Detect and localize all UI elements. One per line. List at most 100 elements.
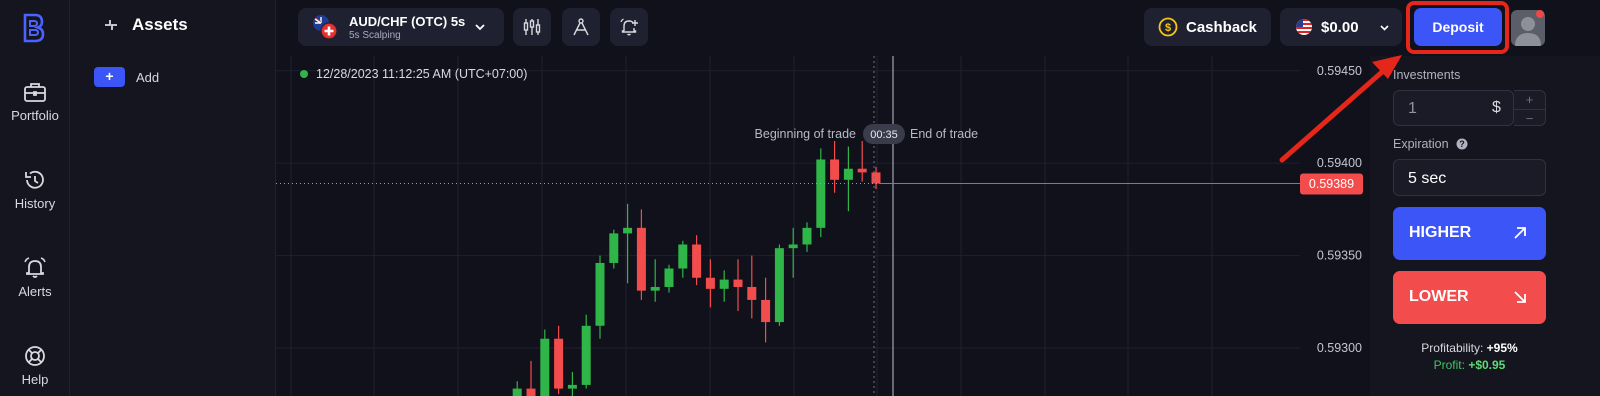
candle-body (623, 227, 633, 234)
currency-symbol: $ (1492, 99, 1501, 116)
profit-value: +$0.95 (1468, 358, 1506, 372)
timestamp-value: 12/28/2023 11:12:25 AM (316, 67, 452, 81)
bell-icon (24, 257, 46, 278)
profitability-value: +95% (1486, 341, 1518, 355)
live-indicator-dot (300, 70, 308, 78)
candle-body (774, 248, 784, 323)
candle-body (843, 168, 853, 180)
increase-investment-button[interactable]: + (1514, 91, 1545, 109)
candle-body (788, 244, 798, 249)
briefcase-icon (24, 83, 46, 102)
chevron-down-icon (1380, 25, 1389, 31)
assets-panel: Assets + Add (70, 0, 276, 396)
candle-body (705, 277, 715, 289)
candle-body (567, 384, 577, 389)
add-asset-button[interactable]: + (94, 67, 125, 87)
timer-text: 00:35 (870, 129, 898, 141)
balance-amount: $0.00 (1321, 19, 1359, 36)
candle-body (747, 286, 757, 300)
y-tick-label: 0.59300 (1317, 341, 1362, 355)
lower-label: LOWER (1409, 288, 1469, 305)
candle-body (733, 279, 743, 287)
history-icon (25, 170, 44, 189)
collapse-icon[interactable] (102, 16, 120, 34)
nav-alerts[interactable]: Alerts (0, 256, 70, 299)
y-tick-label: 0.59400 (1317, 156, 1362, 170)
nav-help-label: Help (21, 372, 49, 387)
investments-label: Investments (1393, 68, 1461, 82)
lower-button[interactable]: LOWER (1393, 271, 1546, 324)
indicators-icon (523, 19, 541, 35)
profit-label: Profit: (1433, 358, 1465, 372)
higher-button[interactable]: HIGHER (1393, 207, 1546, 260)
trade-timer: 00:35 (863, 124, 905, 144)
candle-body (802, 227, 812, 245)
asset-selector-button[interactable]: AUD/CHF (OTC) 5s 5s Scalping (298, 8, 504, 46)
candle-body (581, 325, 591, 385)
candle-body (871, 172, 881, 184)
candle-body (664, 268, 674, 287)
add-alert-button[interactable] (610, 8, 648, 46)
nav-help[interactable]: Help (0, 344, 70, 387)
candle-body (609, 233, 619, 263)
app-logo-icon[interactable] (22, 12, 46, 44)
svg-text:$: $ (1165, 22, 1171, 34)
left-navigation: Portfolio History Alerts Help (0, 0, 70, 396)
candlestick-chart[interactable]: 0.59450 0.59400 0.59350 0.59300 00:35 Begin… (276, 56, 1370, 396)
chevron-down-icon (475, 24, 485, 31)
drawing-tools-button[interactable] (562, 8, 600, 46)
candle-body (650, 286, 660, 291)
candle-body (719, 279, 729, 289)
current-price-value: 0.59389 (1309, 177, 1354, 191)
candle-body (636, 227, 646, 291)
indicators-button[interactable] (513, 8, 551, 46)
timezone-value: (UTC+07:00) (454, 67, 528, 81)
add-asset-label[interactable]: Add (136, 70, 159, 85)
assets-title: Assets (132, 15, 188, 34)
drawing-compass-icon (573, 18, 589, 36)
cashback-button[interactable]: $ Cashback (1144, 8, 1271, 46)
price-chart[interactable]: 0.59450 0.59400 0.59350 0.59300 00:35 Begin… (276, 56, 1370, 396)
cashback-coin-icon: $ (1158, 17, 1178, 37)
investment-input[interactable]: 1 $ (1393, 90, 1514, 126)
decrease-investment-button[interactable]: − (1514, 109, 1545, 127)
aud-chf-flags-icon (313, 15, 338, 40)
profit-text: Profit: +$0.95 (1393, 358, 1546, 372)
candle-body (692, 244, 702, 278)
cashback-label: Cashback (1186, 19, 1257, 36)
arrow-up-right-icon (1514, 227, 1526, 239)
lifebuoy-icon (25, 346, 45, 366)
help-question-icon[interactable]: ? (1456, 138, 1468, 150)
candle-body (554, 338, 564, 389)
candle-body (595, 262, 605, 326)
end-of-trade-label: End of trade (910, 127, 978, 141)
asset-mode: 5s Scalping (349, 30, 401, 41)
expiration-value: 5 sec (1408, 170, 1447, 187)
svg-text:?: ? (1459, 139, 1465, 149)
nav-history[interactable]: History (0, 168, 70, 211)
nav-alerts-label: Alerts (18, 284, 52, 299)
nav-portfolio[interactable]: Portfolio (0, 80, 70, 123)
candle-body (830, 159, 840, 180)
expiration-label: Expiration (1393, 137, 1449, 151)
nav-history-label: History (14, 196, 56, 211)
notification-dot (1536, 10, 1544, 18)
profitability-label: Profitability: (1421, 341, 1484, 355)
y-tick-label: 0.59450 (1317, 64, 1362, 78)
chart-timestamp: 12/28/2023 11:12:25 AM (UTC+07:00) (316, 67, 527, 81)
candle-body (526, 388, 536, 396)
candle-body (512, 388, 522, 396)
y-tick-label: 0.59350 (1317, 249, 1362, 263)
profitability-text: Profitability: +95% (1393, 341, 1546, 355)
account-balance-selector[interactable]: $0.00 (1280, 8, 1402, 46)
candle-body (540, 338, 550, 396)
add-alert-icon (620, 18, 638, 36)
candle-body (857, 168, 867, 173)
beginning-of-trade-label: Beginning of trade (755, 127, 857, 141)
expiration-field[interactable]: 5 sec (1393, 159, 1546, 196)
candle-body (816, 159, 826, 228)
investment-stepper[interactable]: + − (1514, 90, 1546, 126)
candle-body (761, 299, 771, 323)
current-price-tag: 0.59389 (1300, 173, 1363, 195)
deposit-button[interactable]: Deposit (1414, 8, 1502, 46)
